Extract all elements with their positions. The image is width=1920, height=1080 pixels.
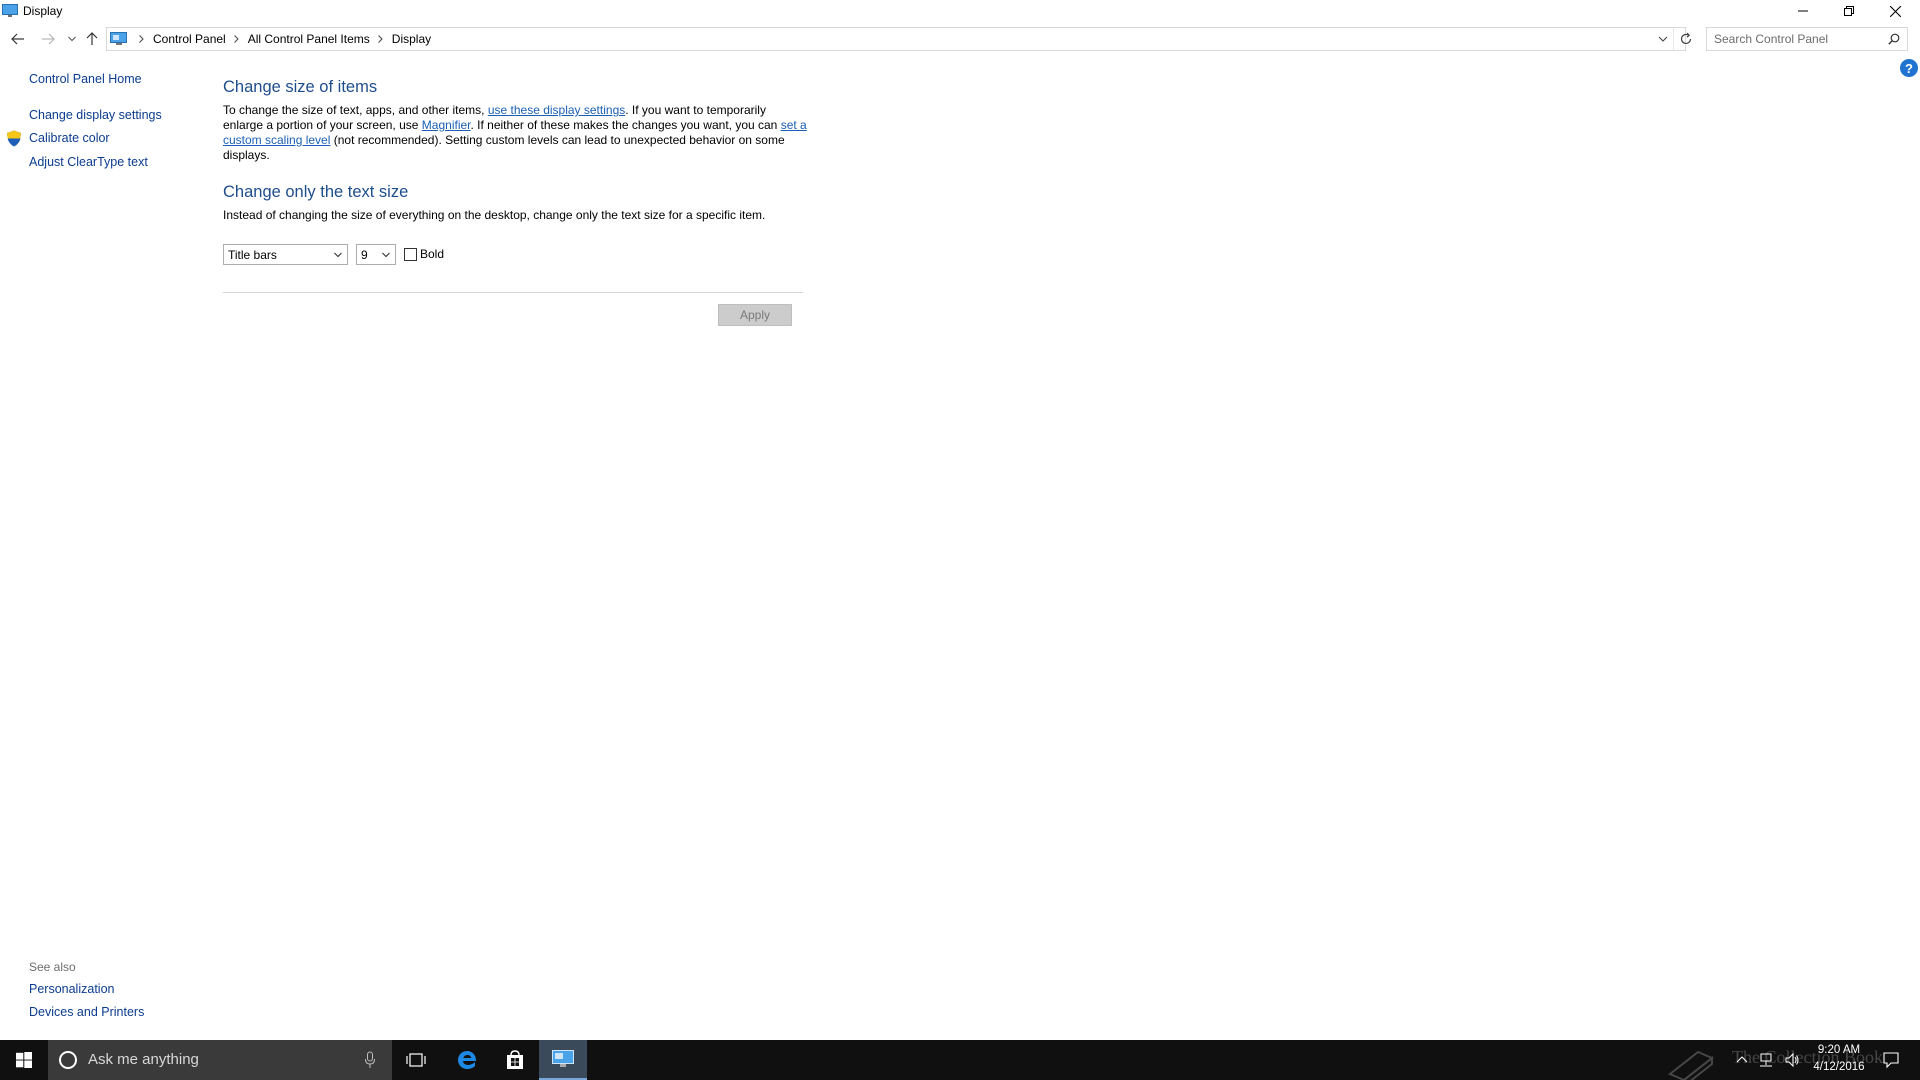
text-fragment: To change the size of text, apps, and ot… xyxy=(223,103,488,117)
task-view-button[interactable] xyxy=(392,1040,440,1080)
breadcrumb-control-panel[interactable]: Control Panel xyxy=(153,32,226,46)
breadcrumb-display[interactable]: Display xyxy=(392,32,431,46)
cortana-search-box[interactable]: Ask me anything xyxy=(48,1040,392,1080)
restore-icon xyxy=(1844,6,1854,16)
chevron-right-icon[interactable] xyxy=(377,35,383,43)
refresh-icon xyxy=(1680,32,1692,45)
title-bar: Display xyxy=(0,0,1920,24)
chevron-down-icon xyxy=(68,36,76,42)
display-app-icon xyxy=(2,4,18,18)
edge-button[interactable] xyxy=(443,1040,491,1080)
font-size-select[interactable]: 9 xyxy=(356,244,396,265)
minimize-icon xyxy=(1798,10,1808,12)
volume-icon[interactable] xyxy=(1784,1052,1800,1068)
refresh-button[interactable] xyxy=(1679,32,1693,46)
help-icon[interactable]: ? xyxy=(1900,59,1918,77)
chevron-right-icon[interactable] xyxy=(233,35,239,43)
chevron-right-icon[interactable] xyxy=(139,35,144,43)
address-divider xyxy=(1673,28,1674,50)
magnifier-link[interactable]: Magnifier xyxy=(422,118,471,132)
up-button[interactable] xyxy=(84,31,100,47)
address-history-button[interactable] xyxy=(1657,33,1669,45)
apply-button[interactable]: Apply xyxy=(718,304,792,326)
back-arrow-icon xyxy=(11,33,24,45)
forward-arrow-icon xyxy=(42,33,55,45)
control-panel-icon xyxy=(552,1050,574,1067)
font-size-select-value: 9 xyxy=(361,247,368,262)
chevron-down-icon xyxy=(333,250,343,260)
adjust-cleartype-link[interactable]: Adjust ClearType text xyxy=(29,155,148,169)
minimize-button[interactable] xyxy=(1780,0,1826,22)
chevron-down-icon xyxy=(381,250,391,260)
close-button[interactable] xyxy=(1872,0,1918,22)
devices-and-printers-link[interactable]: Devices and Printers xyxy=(29,1005,144,1019)
address-bar[interactable]: Control Panel All Control Panel Items Di… xyxy=(106,27,1692,51)
search-input[interactable] xyxy=(1707,28,1883,50)
recent-locations-button[interactable] xyxy=(66,31,78,47)
action-center-icon[interactable] xyxy=(1882,1051,1900,1069)
section-title-text-size: Change only the text size xyxy=(223,183,409,201)
section-description-text-size: Instead of changing the size of everythi… xyxy=(223,208,766,222)
restore-button[interactable] xyxy=(1826,0,1872,22)
forward-button[interactable] xyxy=(40,31,56,47)
store-button[interactable] xyxy=(491,1040,539,1080)
window-title: Display xyxy=(23,4,63,18)
cortana-icon xyxy=(58,1050,78,1070)
clock-time: 9:20 AM xyxy=(1817,1044,1861,1056)
bold-checkbox[interactable] xyxy=(404,248,417,261)
control-panel-icon xyxy=(110,32,128,46)
chevron-down-icon xyxy=(1658,36,1668,42)
personalization-link[interactable]: Personalization xyxy=(29,982,114,996)
start-button[interactable] xyxy=(0,1040,48,1080)
navigation-bar: Control Panel All Control Panel Items Di… xyxy=(0,26,1920,52)
search-icon[interactable] xyxy=(1888,33,1900,45)
back-button[interactable] xyxy=(10,31,26,47)
text-fragment: . If neither of these makes the changes … xyxy=(470,118,781,132)
bold-label[interactable]: Bold xyxy=(420,247,444,261)
network-icon[interactable] xyxy=(1758,1052,1774,1068)
up-arrow-icon xyxy=(86,32,98,45)
cortana-search-text: Ask me anything xyxy=(88,1051,199,1068)
store-icon xyxy=(507,1050,523,1069)
shield-icon xyxy=(6,130,22,147)
change-display-settings-link[interactable]: Change display settings xyxy=(29,108,162,122)
search-box[interactable] xyxy=(1706,27,1908,51)
clock-date: 4/12/2016 xyxy=(1813,1061,1865,1073)
edge-icon xyxy=(458,1051,477,1069)
task-view-icon xyxy=(406,1053,426,1067)
windows-logo-icon xyxy=(16,1052,32,1068)
breadcrumb: Control Panel All Control Panel Items Di… xyxy=(131,28,431,50)
calibrate-color-link[interactable]: Calibrate color xyxy=(29,131,110,145)
section-description-change-size: To change the size of text, apps, and ot… xyxy=(223,103,808,163)
control-panel-home-link[interactable]: Control Panel Home xyxy=(29,72,142,86)
divider xyxy=(223,292,803,293)
text-item-select-value: Title bars xyxy=(228,247,277,262)
microphone-icon[interactable] xyxy=(364,1051,376,1069)
chevron-up-icon[interactable] xyxy=(1736,1052,1748,1068)
clock[interactable]: 9:20 AM 4/12/2016 xyxy=(1800,1042,1878,1076)
system-tray xyxy=(1736,1052,1800,1068)
close-icon xyxy=(1889,5,1901,17)
breadcrumb-all-items[interactable]: All Control Panel Items xyxy=(248,32,370,46)
control-panel-taskbar-button[interactable] xyxy=(539,1040,587,1080)
see-also-title: See also xyxy=(29,960,76,974)
display-settings-link[interactable]: use these display settings xyxy=(488,103,625,117)
text-item-select[interactable]: Title bars xyxy=(223,244,348,265)
taskbar: Ask me anything The Collection Book 9:20… xyxy=(0,1040,1920,1080)
section-title-change-size: Change size of items xyxy=(223,78,378,96)
